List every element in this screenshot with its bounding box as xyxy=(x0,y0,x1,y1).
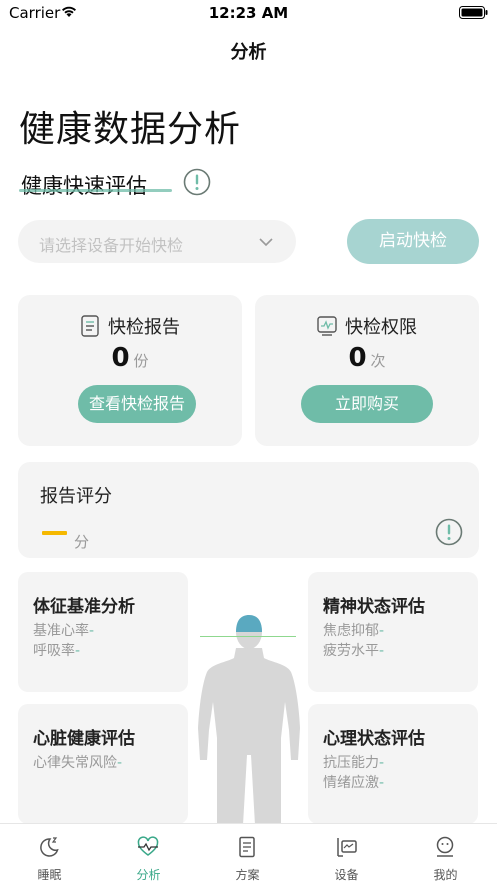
baseline-heart-rate-value: - xyxy=(89,623,95,639)
buy-now-button[interactable]: 立即购买 xyxy=(301,385,433,423)
heart-health-title: 心脏健康评估 xyxy=(33,729,135,749)
view-report-button[interactable]: 查看快检报告 xyxy=(78,385,196,423)
score-value-dash xyxy=(42,531,67,535)
sleep-icon xyxy=(40,837,59,857)
chevron-down-icon xyxy=(259,238,273,247)
report-score-title: 报告评分 xyxy=(40,486,112,507)
head-indicator-line xyxy=(200,636,296,637)
page-title: 健康数据分析 xyxy=(19,109,242,150)
device-select[interactable]: 请选择设备开始快检 xyxy=(18,220,296,263)
tab-plan[interactable]: 方案 xyxy=(198,824,297,883)
psych-state-card[interactable]: 心理状态评估 抗压能力- 情绪应激- xyxy=(308,704,478,824)
clock: 12:23 AM xyxy=(208,4,289,22)
arrhythmia-risk-label: 心律失常风险 xyxy=(33,755,117,771)
start-quick-check-button[interactable]: 启动快检 xyxy=(347,219,479,264)
tab-analysis[interactable]: 分析 xyxy=(99,824,198,883)
mental-state-title: 精神状态评估 xyxy=(323,597,425,617)
emotional-stress: 情绪应激- xyxy=(323,772,384,792)
anxiety-depression-value: - xyxy=(379,623,385,639)
battery-icon xyxy=(459,6,488,19)
quick-permission-title: 快检权限 xyxy=(345,317,417,338)
report-score-card: 报告评分 分 xyxy=(18,462,479,558)
vital-baseline-title: 体征基准分析 xyxy=(33,597,135,617)
permission-count-value: 0 xyxy=(348,343,367,373)
emotional-stress-value: - xyxy=(379,775,385,791)
anxiety-depression: 焦虑抑郁- xyxy=(323,620,384,640)
fatigue-level-value: - xyxy=(379,643,385,659)
stress-resistance: 抗压能力- xyxy=(323,752,384,772)
body-figure-illustration xyxy=(198,615,300,825)
psych-state-title: 心理状态评估 xyxy=(323,729,425,749)
score-info-icon[interactable] xyxy=(435,518,463,546)
tab-device[interactable]: 设备 xyxy=(297,824,396,883)
quick-permission-count: 0次 xyxy=(255,343,479,373)
tab-mine[interactable]: 我的 xyxy=(396,824,495,883)
baseline-heart-rate: 基准心率- xyxy=(33,620,94,640)
quick-report-card: 快检报告 0份 查看快检报告 xyxy=(18,295,242,446)
report-doc-icon xyxy=(81,315,99,337)
quick-report-header: 快检报告 xyxy=(18,313,242,339)
tab-sleep[interactable]: 睡眠 xyxy=(0,824,99,883)
tab-sleep-label: 睡眠 xyxy=(37,868,62,882)
quick-report-count: 0份 xyxy=(18,343,242,373)
score-unit: 分 xyxy=(74,533,90,551)
quick-report-title: 快检报告 xyxy=(108,317,180,338)
tab-device-label: 设备 xyxy=(334,868,359,882)
report-count-unit: 份 xyxy=(133,352,149,370)
title-underline xyxy=(19,189,172,192)
tab-bar: 睡眠 分析 方案 设备 我的 xyxy=(0,823,497,883)
stress-resistance-label: 抗压能力 xyxy=(323,755,379,771)
baseline-heart-rate-label: 基准心率 xyxy=(33,623,89,639)
respiration-rate-label: 呼吸率 xyxy=(33,643,75,659)
mental-state-card[interactable]: 精神状态评估 焦虑抑郁- 疲劳水平- xyxy=(308,572,478,692)
quick-permission-header: 快检权限 xyxy=(255,313,479,339)
stress-resistance-value: - xyxy=(379,755,385,771)
device-select-placeholder: 请选择设备开始快检 xyxy=(39,236,184,255)
tab-analysis-label: 分析 xyxy=(136,868,161,882)
quick-assess-title: 健康快速评估 xyxy=(21,174,147,198)
info-icon[interactable] xyxy=(183,168,211,196)
document-icon xyxy=(239,836,255,858)
emotional-stress-label: 情绪应激 xyxy=(323,775,379,791)
fatigue-level: 疲劳水平- xyxy=(323,640,384,660)
monitor-icon xyxy=(317,316,337,336)
respiration-rate-value: - xyxy=(75,643,81,659)
heart-pulse-icon xyxy=(137,836,159,856)
arrhythmia-risk-value: - xyxy=(117,755,123,771)
vital-baseline-card[interactable]: 体征基准分析 基准心率- 呼吸率- xyxy=(18,572,188,692)
device-icon xyxy=(337,838,357,857)
permission-count-unit: 次 xyxy=(370,352,386,370)
respiration-rate: 呼吸率- xyxy=(33,640,80,660)
arrhythmia-risk: 心律失常风险- xyxy=(33,752,122,772)
report-count-value: 0 xyxy=(111,343,130,373)
tab-mine-label: 我的 xyxy=(433,868,458,882)
quick-permission-card: 快检权限 0次 立即购买 xyxy=(255,295,479,446)
nav-title: 分析 xyxy=(230,42,267,63)
tab-plan-label: 方案 xyxy=(235,868,260,882)
heart-health-card[interactable]: 心脏健康评估 心律失常风险- xyxy=(18,704,188,824)
anxiety-depression-label: 焦虑抑郁 xyxy=(323,623,379,639)
fatigue-level-label: 疲劳水平 xyxy=(323,643,379,659)
profile-icon xyxy=(436,836,454,857)
status-bar: Carrier 12:23 AM xyxy=(0,0,497,26)
